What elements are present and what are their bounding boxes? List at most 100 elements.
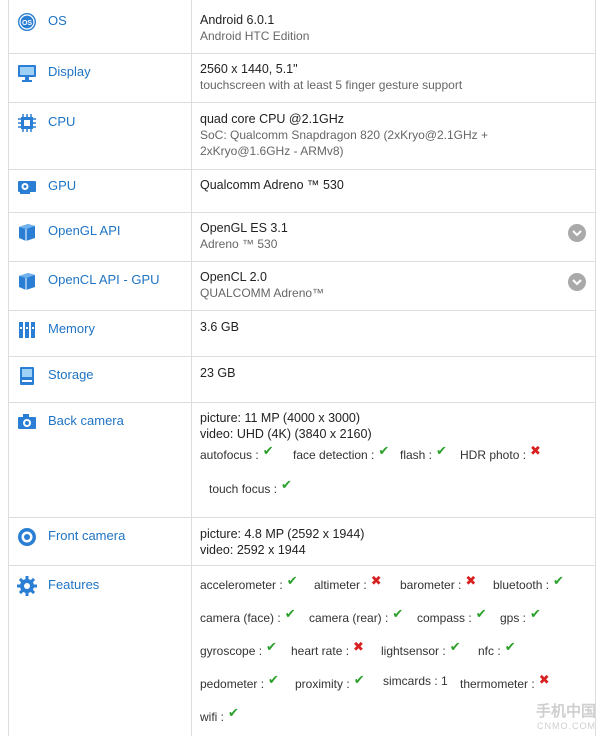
check-icon: ✔	[436, 443, 447, 458]
cross-icon: ✖	[370, 573, 382, 588]
spec-label-text: Back camera	[48, 413, 124, 428]
feature-item: simcards : 1	[383, 674, 448, 688]
spec-label-memory: Memory	[9, 316, 191, 342]
feature-item: compass : ✔	[417, 606, 487, 626]
back-camera-feature: touch focus : ✔	[209, 477, 292, 497]
storage-size: 23 GB	[200, 366, 236, 380]
cpu-cores: quad core CPU @2.1GHz	[200, 112, 345, 126]
feature-name: compass :	[417, 611, 472, 625]
feature-name: wifi :	[200, 710, 224, 724]
cube-icon	[16, 221, 38, 243]
check-icon: ✔	[266, 639, 277, 654]
spec-label-display: Display	[9, 59, 191, 85]
spec-value-display: 2560 x 1440, 5.1" touchscreen with at le…	[200, 61, 570, 93]
feature-name: barometer :	[400, 578, 462, 592]
graphics-card-icon	[16, 176, 38, 198]
expand-opengl-button[interactable]	[568, 224, 586, 242]
spec-label-text: OpenCL API - GPU	[48, 272, 160, 287]
feature-item: lightsensor : ✔	[381, 639, 461, 659]
check-icon: ✔	[228, 705, 239, 720]
spec-label-text: Memory	[48, 321, 95, 336]
feature-name: thermometer :	[460, 677, 535, 691]
back-camera-picture: picture: 11 MP (4000 x 3000)	[200, 411, 361, 425]
monitor-icon	[16, 62, 38, 84]
gpu-model: Qualcomm Adreno ™ 530	[200, 178, 344, 192]
front-camera-lens-icon	[16, 526, 38, 548]
front-camera-video: video: 2592 x 1944	[200, 543, 306, 557]
spec-row-features: Features accelerometer : ✔ altimeter : ✖ b…	[9, 566, 595, 736]
check-icon: ✔	[268, 672, 279, 687]
os-version: Android 6.0.1	[200, 13, 275, 27]
spec-label-text: OpenGL API	[48, 223, 121, 238]
spec-label-opencl: OpenCL API - GPU	[9, 267, 191, 293]
display-resolution: 2560 x 1440, 5.1"	[200, 62, 298, 76]
android-os-icon: OS	[16, 11, 38, 33]
spec-row-opencl: OpenCL API - GPU OpenCL 2.0 QUALCOMM Adr…	[9, 262, 595, 311]
feature-name: flash :	[400, 448, 433, 462]
spec-label-os: OS OS	[9, 8, 191, 34]
cpu-soc: SoC: Qualcomm Snapdragon 820 (2xKryo@2.1…	[200, 128, 488, 158]
cross-icon: ✖	[538, 672, 550, 687]
camera-icon	[16, 411, 38, 433]
watermark-line1: 手机中国	[535, 703, 596, 720]
spec-label-cpu: CPU	[9, 109, 191, 135]
check-icon: ✔	[262, 443, 274, 458]
feature-name: pedometer :	[200, 677, 265, 691]
spec-value-cpu: quad core CPU @2.1GHz SoC: Qualcomm Snap…	[200, 111, 570, 159]
check-icon: ✔	[553, 573, 564, 588]
feature-item: camera (face) : ✔	[200, 606, 296, 626]
spec-value-front-camera: picture: 4.8 MP (2592 x 1944) video: 259…	[200, 526, 570, 558]
cross-icon: ✖	[465, 573, 477, 588]
spec-label-gpu: GPU	[9, 173, 191, 199]
spec-value-os: Android 6.0.1 Android HTC Edition	[200, 12, 570, 44]
back-camera-feature: flash : ✔	[400, 443, 447, 463]
feature-item: thermometer : ✖	[460, 672, 550, 692]
check-icon: ✔	[281, 477, 292, 492]
expand-opencl-button[interactable]	[568, 273, 586, 291]
feature-item: heart rate : ✖	[291, 639, 364, 659]
chevron-down-icon	[572, 230, 582, 237]
cpu-chip-icon	[16, 112, 38, 134]
check-icon: ✔	[475, 606, 487, 621]
feature-item: pedometer : ✔	[200, 672, 279, 692]
spec-value-gpu: Qualcomm Adreno ™ 530	[200, 177, 570, 193]
watermark-line2: CNMO.COM	[537, 721, 596, 731]
back-camera-feature: autofocus : ✔	[200, 443, 274, 463]
check-icon: ✔	[392, 606, 404, 621]
check-icon: ✔	[284, 606, 296, 621]
cross-icon: ✖	[530, 443, 541, 458]
feature-name: altimeter :	[314, 578, 367, 592]
watermark-logo: 手机中国 CNMO.COM	[536, 704, 596, 734]
check-icon: ✔	[286, 573, 298, 588]
check-icon: ✔	[530, 606, 541, 621]
spec-label-text: Storage	[48, 367, 94, 382]
storage-drive-icon	[16, 365, 38, 387]
feature-item: altimeter : ✖	[314, 573, 382, 593]
feature-name: lightsensor :	[381, 644, 446, 658]
feature-name: gps :	[500, 611, 527, 625]
feature-name: simcards : 1	[383, 674, 448, 688]
opencl-version: OpenCL 2.0	[200, 270, 267, 284]
chevron-down-icon	[572, 279, 582, 286]
feature-name: camera (face) :	[200, 611, 281, 625]
feature-item: accelerometer : ✔	[200, 573, 298, 593]
spec-row-display: Display 2560 x 1440, 5.1" touchscreen wi…	[9, 54, 595, 103]
back-camera-feature: face detection : ✔	[293, 443, 389, 463]
memory-size: 3.6 GB	[200, 320, 239, 334]
opencl-device: QUALCOMM Adreno™	[200, 286, 325, 300]
spec-row-os: OS OS Android 6.0.1 Android HTC Edition	[9, 0, 595, 54]
cube-icon	[16, 270, 38, 292]
spec-label-text: Front camera	[48, 528, 126, 543]
spec-value-memory: 3.6 GB	[200, 319, 570, 335]
spec-label-text: CPU	[48, 114, 76, 129]
feature-name: HDR photo :	[460, 448, 527, 462]
spec-label-features: Features	[9, 572, 191, 598]
check-icon: ✔	[504, 639, 516, 654]
spec-row-cpu: CPU quad core CPU @2.1GHz SoC: Qualcomm …	[9, 103, 595, 170]
spec-label-storage: Storage	[9, 362, 191, 388]
feature-item: gyroscope : ✔	[200, 639, 277, 659]
spec-row-opengl: OpenGL API OpenGL ES 3.1 Adreno ™ 530	[9, 213, 595, 262]
feature-name: touch focus :	[209, 482, 278, 496]
feature-name: gyroscope :	[200, 644, 263, 658]
feature-item: barometer : ✖	[400, 573, 476, 593]
